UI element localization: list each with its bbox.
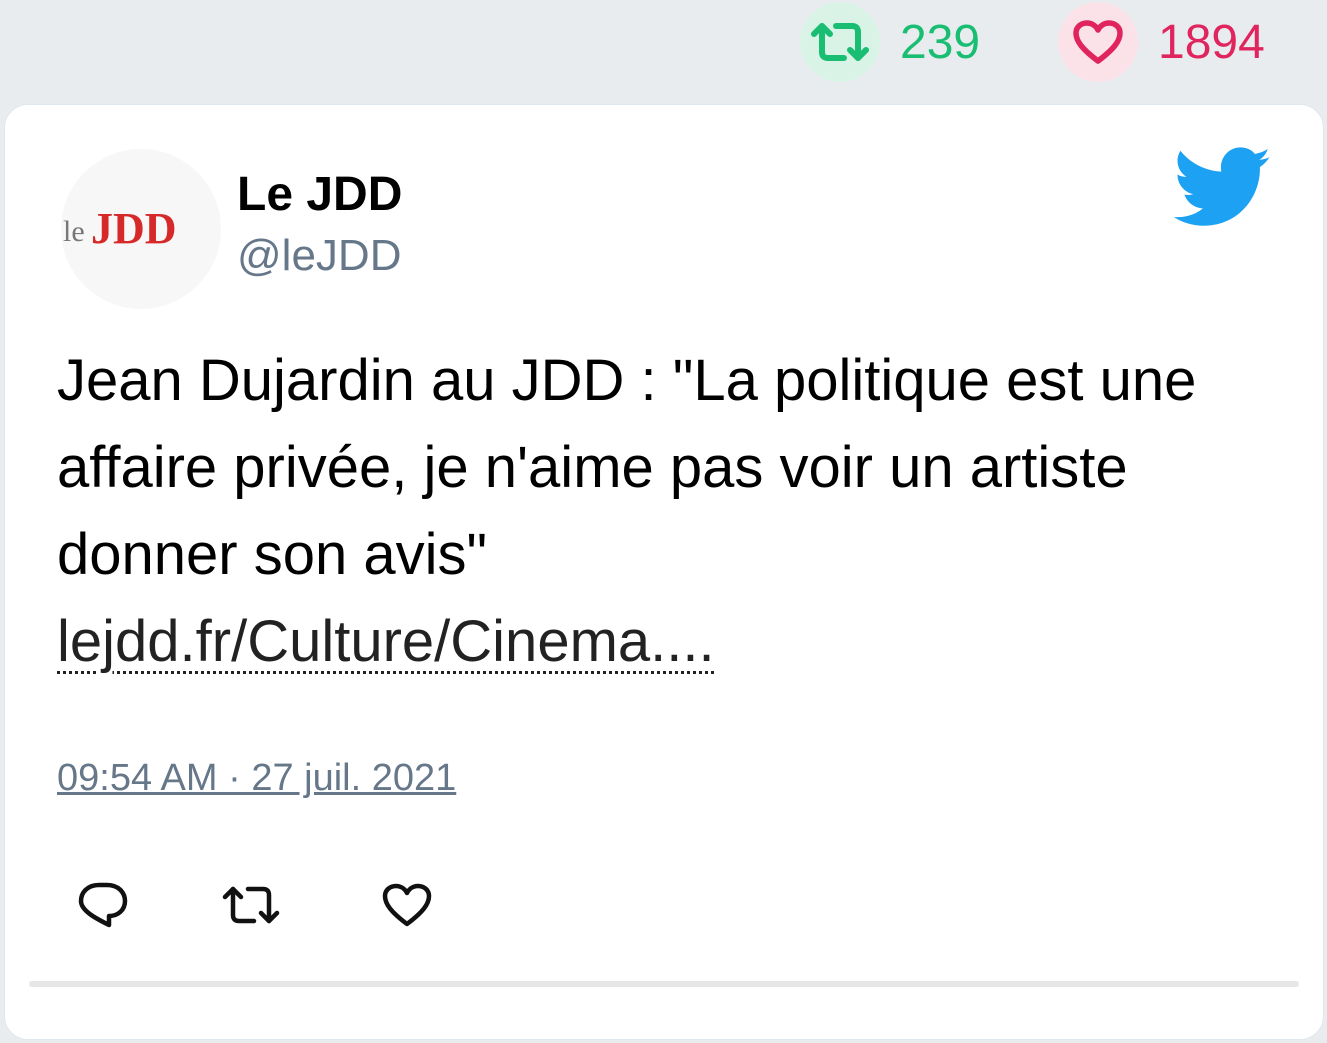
stats-bar: 239 1894	[0, 0, 1327, 100]
tweet-timestamp[interactable]: 09:54 AM · 27 juil. 2021	[57, 757, 456, 800]
tweet-link[interactable]: lejdd.fr/Culture/Cinema....	[57, 609, 715, 674]
author-handle[interactable]: @leJDD	[237, 231, 401, 281]
retweet-stat-icon[interactable]	[800, 2, 880, 82]
tweet-actions	[73, 875, 473, 935]
reply-icon	[78, 882, 128, 928]
svg-text:JDD: JDD	[91, 204, 177, 253]
tweet-body: Jean Dujardin au JDD : "La politique est…	[57, 337, 1277, 685]
like-count: 1894	[1158, 15, 1265, 69]
reply-button[interactable]	[73, 875, 133, 935]
svg-text:le: le	[63, 215, 85, 248]
like-button[interactable]	[377, 875, 437, 935]
tweet-text: Jean Dujardin au JDD : "La politique est…	[57, 348, 1197, 587]
divider	[29, 981, 1299, 987]
tweet-card: le JDD Le JDD @leJDD Jean Dujardin au JD…	[4, 104, 1324, 1040]
retweet-button[interactable]	[221, 875, 281, 935]
heart-stat-icon[interactable]	[1058, 2, 1138, 82]
like-stat[interactable]: 1894	[1058, 2, 1265, 82]
retweet-stat[interactable]: 239	[800, 2, 980, 82]
lejdd-logo-icon: le JDD	[63, 204, 177, 253]
retweet-icon	[222, 886, 280, 924]
twitter-bird-icon[interactable]	[1173, 147, 1273, 229]
retweet-count: 239	[900, 15, 981, 69]
avatar[interactable]: le JDD	[61, 149, 221, 309]
like-icon	[382, 883, 432, 927]
author-name[interactable]: Le JDD	[237, 167, 402, 222]
